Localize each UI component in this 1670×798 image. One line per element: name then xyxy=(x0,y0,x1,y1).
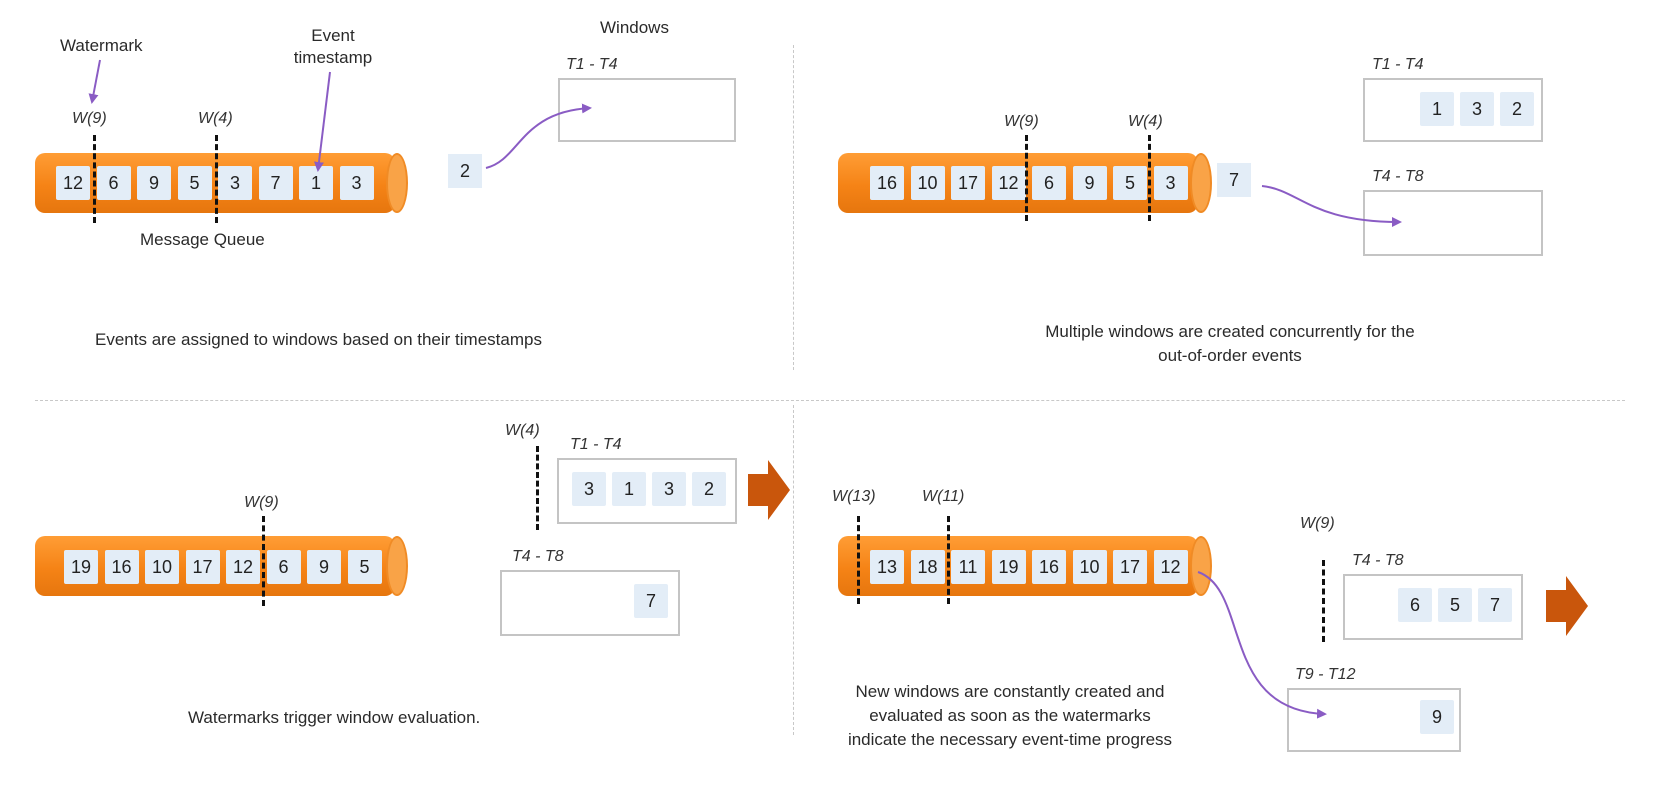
window-event-cell: 7 xyxy=(634,584,668,618)
window-label: T4 - T8 xyxy=(1372,168,1424,185)
queue-event-cell: 6 xyxy=(1032,166,1066,200)
queue-event-cell: 3 xyxy=(1153,166,1188,200)
watermark-label: Watermark xyxy=(60,36,143,55)
window-label: T1 - T4 xyxy=(566,56,618,73)
window-event-cell: 5 xyxy=(1438,588,1472,622)
queue-event-cell: 13 xyxy=(870,550,904,584)
window-event-cell: 3 xyxy=(572,472,606,506)
watermark-w4-line xyxy=(215,135,218,223)
caption-line: indicate the necessary event-time progre… xyxy=(847,730,1173,749)
event-timestamp-label-2: timestamp xyxy=(293,48,373,67)
watermark-w9-line xyxy=(1025,135,1028,221)
caption: New windows are constantly created and e… xyxy=(830,680,1190,752)
window-event-cell: 3 xyxy=(652,472,686,506)
message-queue-end xyxy=(1190,153,1212,213)
queue-event-cell: 17 xyxy=(185,550,220,584)
message-queue-end xyxy=(1190,536,1212,596)
queue-event-cell: 19 xyxy=(991,550,1026,584)
watermark-w9-label: W(9) xyxy=(72,110,107,127)
queue-event-cell: 9 xyxy=(1072,166,1107,200)
watermark-w4-line xyxy=(1148,135,1151,221)
incoming-event: 7 xyxy=(1217,163,1251,197)
window-event-cell: 9 xyxy=(1420,700,1454,734)
window-event-cell: 2 xyxy=(692,472,726,506)
queue-event-cell: 12 xyxy=(1153,550,1188,584)
watermark-w4-line xyxy=(536,446,539,530)
caption-line: Multiple windows are created concurrentl… xyxy=(1045,322,1415,341)
caption: Watermarks trigger window evaluation. xyxy=(188,708,481,727)
caption-line: evaluated as soon as the watermarks xyxy=(869,706,1151,725)
queue-event-cell: 16 xyxy=(870,166,904,200)
caption-line: New windows are constantly created and xyxy=(855,682,1165,701)
queue-event-cell: 11 xyxy=(951,550,985,584)
watermark-w9-label: W(9) xyxy=(1004,113,1039,130)
watermark-w9-line xyxy=(93,135,96,223)
queue-event-cell: 5 xyxy=(1113,166,1147,200)
watermark-w4-label: W(4) xyxy=(198,110,233,127)
queue-event-cell: 1 xyxy=(299,166,333,200)
watermark-w13-line xyxy=(857,516,860,604)
watermark-w9-line xyxy=(1322,560,1325,642)
window-event-cell: 1 xyxy=(1420,92,1454,126)
watermark-w4-label: W(4) xyxy=(505,422,540,439)
vertical-divider-top xyxy=(793,45,794,370)
queue-event-cell: 10 xyxy=(145,550,179,584)
right-arrow-icon xyxy=(1546,576,1588,636)
queue-event-cell: 9 xyxy=(137,166,171,200)
queue-event-cell: 7 xyxy=(258,166,293,200)
queue-event-cell: 6 xyxy=(96,166,131,200)
horizontal-divider xyxy=(35,400,1625,401)
queue-event-cell: 18 xyxy=(910,550,945,584)
queue-event-cell: 10 xyxy=(910,166,945,200)
watermark-w9-label: W(9) xyxy=(1300,515,1335,532)
queue-event-cell: 6 xyxy=(266,550,301,584)
watermark-w11-line xyxy=(947,516,950,604)
queue-event-cell: 5 xyxy=(177,166,212,200)
queue-event-cell: 9 xyxy=(307,550,341,584)
watermark-w11-label: W(11) xyxy=(922,488,965,505)
window-event-cell: 7 xyxy=(1478,588,1512,622)
queue-event-cell: 17 xyxy=(951,166,985,200)
queue-event-cell: 12 xyxy=(56,166,90,200)
window-event-cell: 1 xyxy=(612,472,646,506)
window-event-cell: 3 xyxy=(1460,92,1494,126)
caption-line: out-of-order events xyxy=(1158,346,1302,365)
window-label: T4 - T8 xyxy=(1352,552,1404,569)
window-label: T9 - T12 xyxy=(1295,666,1356,683)
queue-event-cell: 19 xyxy=(64,550,98,584)
queue-event-cell: 3 xyxy=(218,166,252,200)
window-event-cell: 2 xyxy=(1500,92,1534,126)
queue-event-cell: 12 xyxy=(226,550,260,584)
windows-label: Windows xyxy=(600,18,669,37)
queue-event-cell: 5 xyxy=(347,550,382,584)
watermark-pointer-arrow xyxy=(88,59,101,104)
queue-event-cell: 3 xyxy=(339,166,374,200)
message-queue-end xyxy=(386,536,408,596)
watermark-w9-label: W(9) xyxy=(244,494,279,511)
incoming-event: 2 xyxy=(448,154,482,188)
queue-event-cell: 16 xyxy=(1032,550,1066,584)
vertical-divider-bottom xyxy=(793,405,794,735)
caption: Multiple windows are created concurrentl… xyxy=(1000,320,1460,368)
watermark-w13-label: W(13) xyxy=(832,488,876,505)
window-t1-t4 xyxy=(558,78,736,142)
window-label: T1 - T4 xyxy=(570,436,622,453)
message-queue-label: Message Queue xyxy=(140,230,265,249)
window-t4-t8 xyxy=(1363,190,1543,256)
window-label: T4 - T8 xyxy=(512,548,564,565)
queue-event-cell: 17 xyxy=(1113,550,1147,584)
window-label: T1 - T4 xyxy=(1372,56,1424,73)
caption: Events are assigned to windows based on … xyxy=(95,330,542,349)
queue-event-cell: 16 xyxy=(104,550,139,584)
message-queue-end xyxy=(386,153,408,213)
right-arrow-icon xyxy=(748,460,790,520)
queue-event-cell: 10 xyxy=(1072,550,1107,584)
event-timestamp-label-1: Event xyxy=(311,26,355,45)
watermark-w9-line xyxy=(262,516,265,606)
diagram-canvas: Watermark Event timestamp Windows W(9) W… xyxy=(0,0,1670,798)
queue-event-cell: 12 xyxy=(991,166,1026,200)
window-event-cell: 6 xyxy=(1398,588,1432,622)
watermark-w4-label: W(4) xyxy=(1128,113,1163,130)
